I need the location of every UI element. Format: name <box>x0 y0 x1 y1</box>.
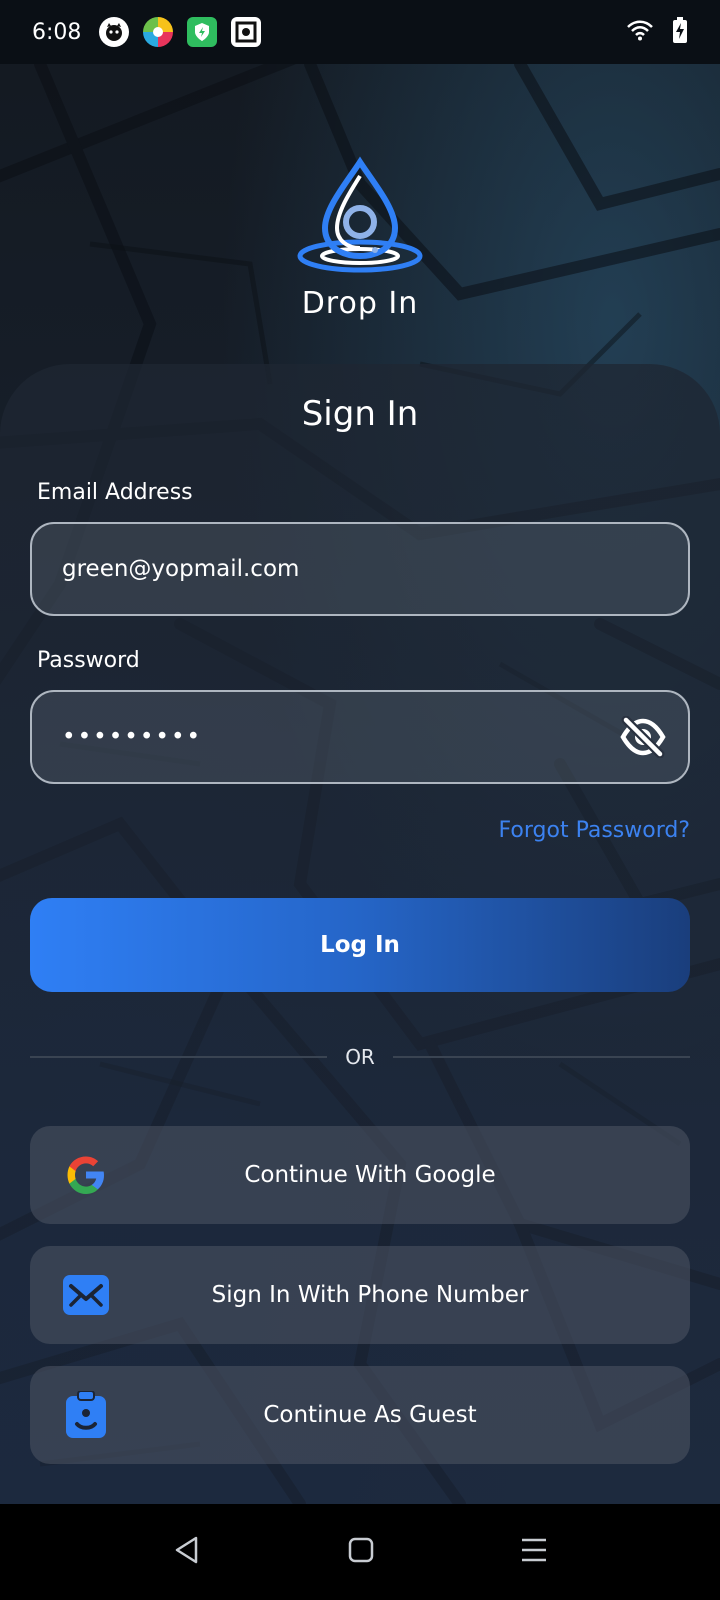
wifi-icon <box>626 19 654 45</box>
log-in-button[interactable]: Log In <box>30 898 690 992</box>
or-label: OR <box>345 1045 375 1069</box>
continue-as-guest-button[interactable]: Continue As Guest <box>30 1366 690 1464</box>
guest-button-label: Continue As Guest <box>263 1402 477 1428</box>
shield-app-icon <box>187 17 218 47</box>
app-name: Drop In <box>301 286 419 321</box>
status-bar: 6:08 <box>0 0 720 64</box>
eye-off-icon[interactable] <box>620 715 666 762</box>
cat-app-icon <box>99 17 130 47</box>
email-field[interactable] <box>62 556 658 582</box>
battery-charging-icon <box>672 17 688 47</box>
divider-line-right <box>392 1056 691 1058</box>
continue-with-google-button[interactable]: Continue With Google <box>30 1126 690 1224</box>
google-button-label: Continue With Google <box>244 1162 496 1188</box>
phone-button-label: Sign In With Phone Number <box>211 1282 529 1308</box>
home-icon[interactable] <box>347 1536 375 1568</box>
system-navigation-bar <box>0 1504 720 1600</box>
sign-in-card: Sign In Email Address Password Forgot Pa… <box>0 364 720 1504</box>
sign-in-screen: Drop In Sign In Email Address Password F… <box>0 64 720 1504</box>
email-field-container <box>30 522 690 616</box>
water-drop-logo-icon <box>297 156 423 273</box>
app-logo-block: Drop In <box>0 156 720 321</box>
sign-in-with-phone-button[interactable]: Sign In With Phone Number <box>30 1246 690 1344</box>
email-label: Email Address <box>37 480 193 505</box>
divider-line-left <box>30 1056 328 1058</box>
guest-badge-icon <box>62 1391 110 1439</box>
forgot-password-link[interactable]: Forgot Password? <box>499 818 690 843</box>
google-icon <box>62 1151 110 1199</box>
colorful-app-icon <box>143 17 174 47</box>
password-field[interactable] <box>62 724 658 750</box>
page-title: Sign In <box>301 394 419 434</box>
status-time: 6:08 <box>32 19 82 45</box>
password-label: Password <box>37 648 140 673</box>
mail-icon <box>62 1271 110 1319</box>
password-field-container <box>30 690 690 784</box>
screenshot-app-icon <box>231 17 262 47</box>
or-divider: OR <box>30 1042 691 1072</box>
back-icon[interactable] <box>172 1535 202 1569</box>
recent-apps-icon[interactable] <box>520 1537 548 1567</box>
